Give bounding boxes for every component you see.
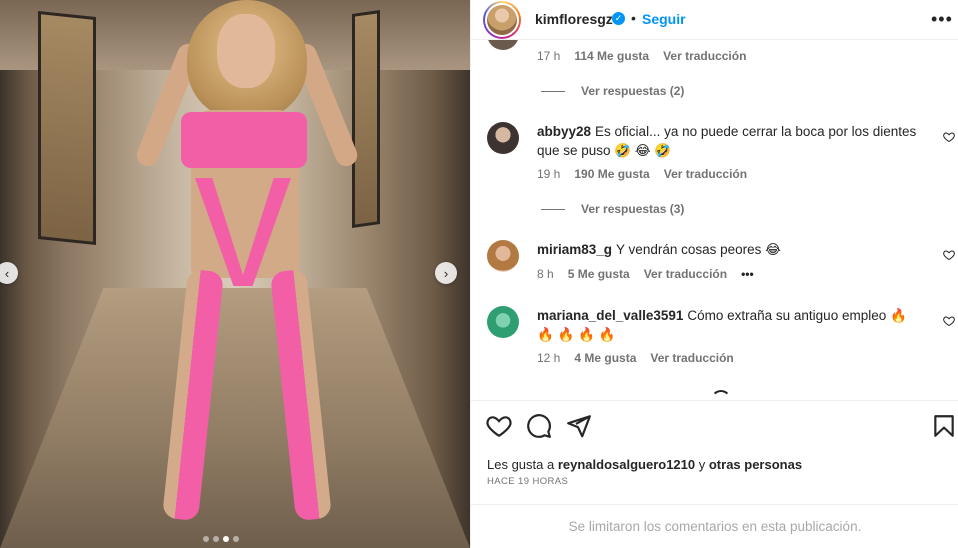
comment-body: mariana_del_valle3591 Cómo extraña su ant… — [537, 306, 927, 344]
comment-body: miriam83_g Y vendrán cosas peores 😂 — [537, 240, 927, 259]
comment-meta: 12 h 4 Me gusta Ver traducción — [537, 351, 748, 365]
likes-user-link[interactable]: reynaldosalguero1210 — [558, 457, 695, 472]
carousel-prev-button[interactable]: ‹ — [0, 262, 18, 284]
comment-username[interactable]: mariana_del_valle3591 — [537, 308, 683, 323]
likes-others-link[interactable]: otras personas — [709, 457, 802, 472]
pink-top — [181, 112, 307, 168]
likes-prefix: Les gusta a — [487, 457, 558, 472]
comments-list: 17 h 114 Me gusta Ver traducción Ver res… — [471, 40, 958, 400]
comment-text: Es oficial... ya no puede cerrar la boca… — [537, 124, 917, 158]
likes-summary: Les gusta a reynaldosalguero1210 y otras… — [487, 457, 802, 472]
post-side-panel: kimfloresgz ✓ • Seguir ••• 17 h 114 Me g… — [470, 0, 958, 548]
author-avatar-image — [485, 3, 519, 37]
post-photo: ‹ › — [0, 0, 470, 548]
leg-right — [270, 268, 332, 522]
comment-likes[interactable]: 4 Me gusta — [574, 351, 636, 365]
view-replies-label: Ver respuestas (3) — [581, 202, 685, 216]
verified-badge-icon: ✓ — [612, 12, 625, 25]
comment-avatar[interactable] — [487, 122, 519, 154]
post-timestamp[interactable]: HACE 19 HORAS — [487, 476, 568, 487]
more-options-icon[interactable]: ••• — [931, 9, 953, 30]
comment-options-icon[interactable]: ••• — [741, 267, 754, 281]
comment-meta: 17 h 114 Me gusta Ver traducción — [537, 49, 760, 63]
comment-likes[interactable]: 5 Me gusta — [568, 267, 630, 281]
comment-username[interactable]: miriam83_g — [537, 242, 612, 257]
comment-time: 19 h — [537, 167, 561, 181]
view-replies-button[interactable]: Ver respuestas (3) — [541, 202, 684, 216]
comments-limited-text: Se limitaron los comentarios en esta pub… — [568, 519, 862, 534]
comment-avatar[interactable] — [487, 240, 519, 272]
author-avatar[interactable] — [483, 1, 521, 39]
save-bookmark-icon[interactable] — [931, 413, 957, 439]
comment-body: abbyy28 Es oficial... ya no puede cerrar … — [537, 122, 927, 160]
comment-likes[interactable]: 190 Me gusta — [574, 167, 649, 181]
carousel-dot — [233, 536, 239, 542]
carousel-dot-active — [223, 536, 229, 542]
header-separator: • — [631, 10, 636, 26]
comment-likes[interactable]: 114 Me gusta — [574, 49, 649, 63]
comment-time: 8 h — [537, 267, 554, 281]
comments-limited-notice: Se limitaron los comentarios en esta pub… — [471, 504, 958, 548]
post-header: kimfloresgz ✓ • Seguir ••• — [471, 0, 958, 40]
comment-bubble-icon[interactable] — [526, 413, 552, 439]
face — [217, 14, 275, 88]
carousel-dot — [203, 536, 209, 542]
share-paper-plane-icon[interactable] — [566, 413, 592, 439]
replies-line — [541, 90, 565, 92]
comment-like-heart-icon[interactable] — [943, 249, 955, 261]
carousel-next-button[interactable]: › — [435, 262, 457, 284]
comment-time: 12 h — [537, 351, 561, 365]
leg-left — [162, 268, 224, 522]
author-username[interactable]: kimfloresgz — [535, 11, 613, 27]
model-figure — [133, 0, 361, 548]
translate-link[interactable]: Ver traducción — [663, 49, 746, 63]
comment-text: Y vendrán cosas peores 😂 — [616, 242, 781, 257]
wall-painting-left — [38, 10, 96, 246]
view-replies-label: Ver respuestas (2) — [581, 84, 685, 98]
wall-painting-right — [352, 10, 380, 228]
comment-meta: 19 h 190 Me gusta Ver traducción — [537, 167, 761, 181]
like-heart-icon[interactable] — [486, 413, 512, 439]
follow-button[interactable]: Seguir — [642, 11, 686, 27]
likes-middle: y — [695, 457, 709, 472]
comment-time: 17 h — [537, 49, 561, 63]
carousel-dots — [203, 536, 239, 542]
comment-avatar[interactable] — [487, 306, 519, 338]
replies-line — [541, 208, 565, 210]
comment-avatar[interactable] — [487, 40, 519, 50]
translate-link[interactable]: Ver traducción — [650, 351, 733, 365]
view-replies-button[interactable]: Ver respuestas (2) — [541, 84, 684, 98]
post-actions-bar: Les gusta a reynaldosalguero1210 y otras… — [471, 400, 958, 504]
carousel-dot — [213, 536, 219, 542]
translate-link[interactable]: Ver traducción — [644, 267, 727, 281]
loading-spinner-icon — [711, 390, 731, 400]
comment-like-heart-icon[interactable] — [943, 315, 955, 327]
comment-like-heart-icon[interactable] — [943, 131, 955, 143]
comment-username[interactable]: abbyy28 — [537, 124, 591, 139]
translate-link[interactable]: Ver traducción — [664, 167, 747, 181]
comment-meta: 8 h 5 Me gusta Ver traducción ••• — [537, 267, 768, 281]
